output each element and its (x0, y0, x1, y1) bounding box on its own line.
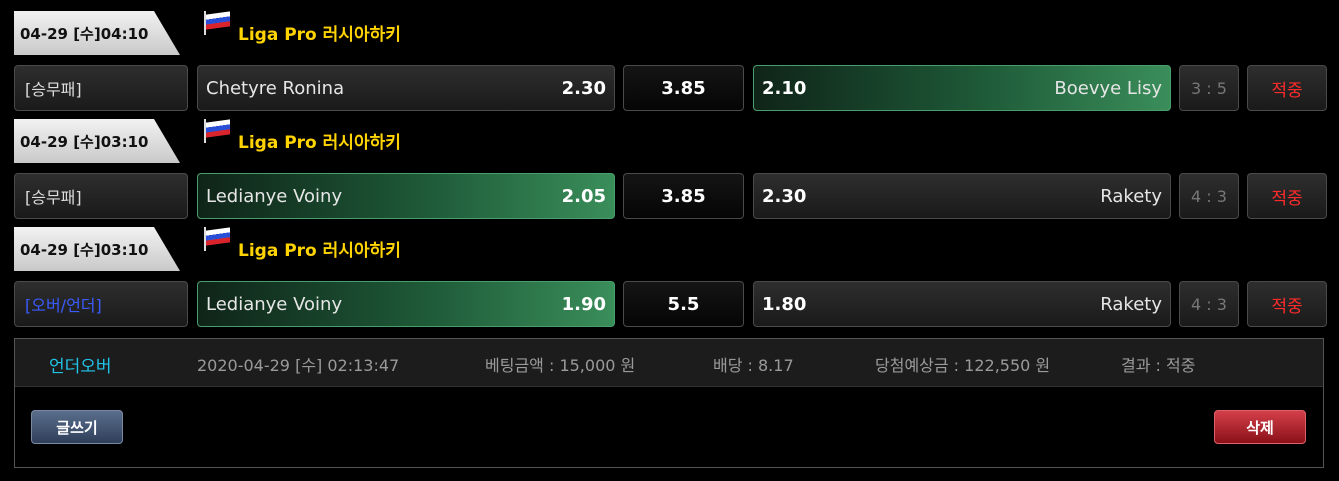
away-team-button[interactable]: 1.80 Rakety (753, 281, 1171, 327)
match-date-tab: 04-29 [수]03:10 (14, 227, 180, 271)
home-team-name: Ledianye Voiny (206, 293, 343, 315)
delete-button[interactable]: 삭제 (1214, 410, 1306, 444)
home-odds: 2.30 (561, 77, 606, 99)
draw-odds-button[interactable]: 5.5 (623, 281, 744, 327)
away-team-name: Rakety (1100, 185, 1162, 207)
league-name: Liga Pro 러시아하키 (238, 241, 401, 261)
result-badge: 적중 (1247, 281, 1327, 327)
league-header: Liga Pro 러시아하키 (204, 11, 401, 47)
league-header: Liga Pro 러시아하키 (204, 119, 401, 155)
score-badge: 4 : 3 (1179, 173, 1239, 219)
away-odds: 2.10 (762, 77, 807, 99)
away-odds: 2.30 (762, 185, 807, 207)
away-team-name: Rakety (1100, 293, 1162, 315)
home-team-name: Ledianye Voiny (206, 185, 343, 207)
score-badge: 3 : 5 (1179, 65, 1239, 111)
match-date-tab: 04-29 [수]04:10 (14, 11, 180, 55)
summary-expected-win: 당첨예상금 : 122,550 원 (875, 356, 1051, 375)
league-name: Liga Pro 러시아하키 (238, 25, 401, 45)
summary-bet-type: 언더오버 (49, 357, 112, 377)
bet-summary-panel: 언더오버 2020-04-29 [수] 02:13:47 베팅금액 : 15,0… (14, 338, 1324, 468)
draw-odds-button[interactable]: 3.85 (623, 65, 744, 111)
summary-bet-amount: 베팅금액 : 15,000 원 (485, 356, 636, 375)
summary-datetime: 2020-04-29 [수] 02:13:47 (197, 356, 400, 375)
russia-flag-icon (204, 11, 230, 35)
summary-odds: 배당 : 8.17 (713, 356, 794, 375)
away-odds: 1.80 (762, 293, 807, 315)
write-post-button[interactable]: 글쓰기 (31, 410, 123, 444)
home-team-name: Chetyre Ronina (206, 77, 345, 99)
bet-type-label: [오버/언더] (14, 281, 188, 327)
match-date-tab: 04-29 [수]03:10 (14, 119, 180, 163)
league-header: Liga Pro 러시아하키 (204, 227, 401, 263)
summary-result: 결과 : 적중 (1121, 356, 1196, 375)
bet-type-label: [승무패] (14, 173, 188, 219)
result-badge: 적중 (1247, 65, 1327, 111)
result-badge: 적중 (1247, 173, 1327, 219)
draw-odds-button[interactable]: 3.85 (623, 173, 744, 219)
summary-row: 언더오버 2020-04-29 [수] 02:13:47 베팅금액 : 15,0… (15, 339, 1323, 387)
away-team-button[interactable]: 2.10 Boevye Lisy (753, 65, 1171, 111)
home-team-button[interactable]: Chetyre Ronina 2.30 (197, 65, 615, 111)
home-team-button[interactable]: Ledianye Voiny 2.05 (197, 173, 615, 219)
russia-flag-icon (204, 227, 230, 251)
away-team-button[interactable]: 2.30 Rakety (753, 173, 1171, 219)
russia-flag-icon (204, 119, 230, 143)
home-team-button[interactable]: Ledianye Voiny 1.90 (197, 281, 615, 327)
bet-type-label: [승무패] (14, 65, 188, 111)
home-odds: 2.05 (561, 185, 606, 207)
score-badge: 4 : 3 (1179, 281, 1239, 327)
home-odds: 1.90 (561, 293, 606, 315)
away-team-name: Boevye Lisy (1054, 77, 1162, 99)
league-name: Liga Pro 러시아하키 (238, 133, 401, 153)
